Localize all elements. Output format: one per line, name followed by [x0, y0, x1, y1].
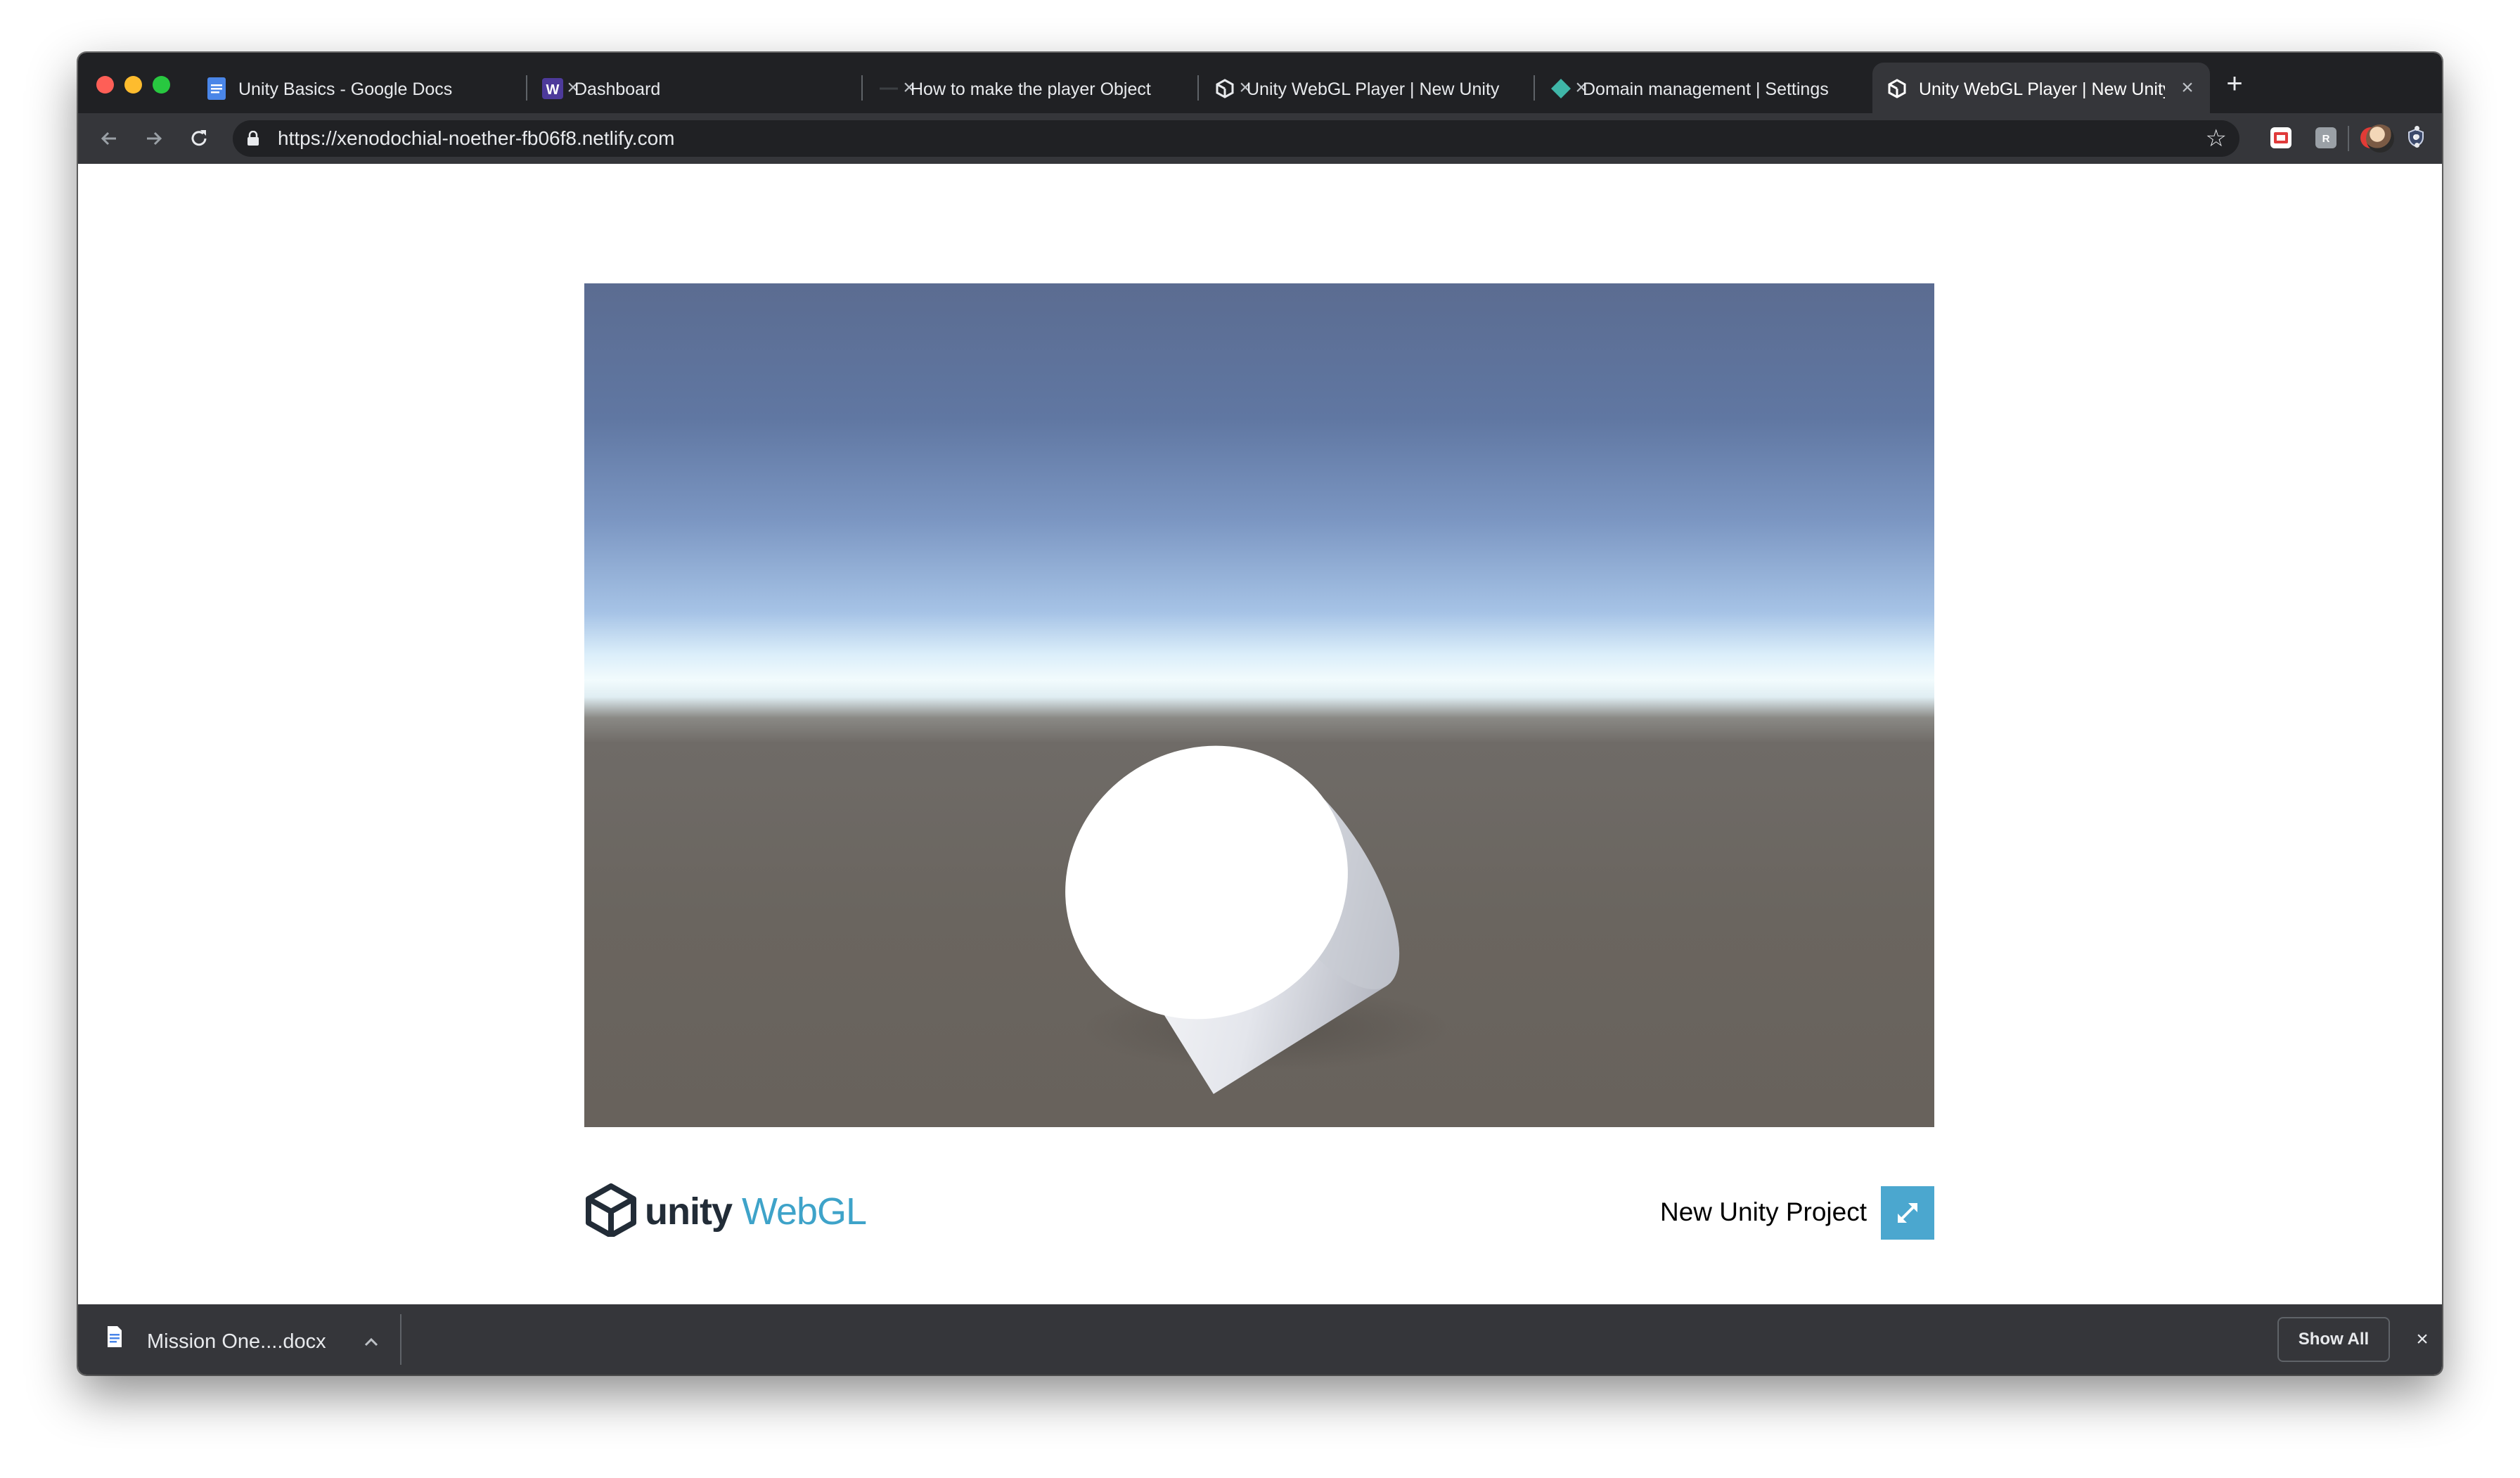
unity-webgl-logo: unity WebGL	[584, 1183, 867, 1240]
browser-window: Unity Basics - Google Docs × W Dashboard…	[78, 53, 2442, 1375]
tab-strip: Unity Basics - Google Docs × W Dashboard…	[78, 53, 2442, 113]
browser-toolbar: https://xenodochial-noether-fb06f8.netli…	[78, 113, 2442, 164]
tab-unity-webgl-player-active[interactable]: Unity WebGL Player | New Unity ×	[1872, 63, 2210, 113]
extension-red-icon[interactable]	[2270, 127, 2291, 148]
tab-separator	[1197, 75, 1199, 101]
tab-title: Domain management | Settings	[1583, 79, 1829, 99]
tab-title: Unity WebGL Player | New Unity	[1919, 79, 2165, 99]
page-content: unity WebGL New Unity Project	[78, 164, 2442, 1304]
google-docs-icon	[206, 77, 227, 100]
tab-separator	[526, 75, 527, 101]
url-text: https://xenodochial-noether-fb06f8.netli…	[278, 127, 675, 149]
svg-text:R: R	[2322, 133, 2330, 144]
document-file-icon	[106, 1325, 123, 1348]
netlify-icon	[1550, 78, 1571, 99]
unity-logo-icon	[584, 1183, 638, 1240]
forward-icon[interactable]	[137, 122, 171, 155]
show-all-button[interactable]: Show All	[2277, 1317, 2390, 1362]
svg-text:W: W	[546, 82, 560, 98]
new-tab-icon[interactable]: +	[2220, 70, 2249, 98]
download-shelf: Mission One....docx Show All ×	[78, 1304, 2442, 1375]
minimize-window-button[interactable]	[124, 76, 142, 94]
reload-icon[interactable]	[182, 122, 216, 155]
logo-webgl-text: WebGL	[742, 1190, 867, 1233]
tab-title: Unity WebGL Player | New Unity	[1247, 79, 1500, 99]
page-icon	[878, 78, 899, 99]
download-file-name[interactable]: Mission One....docx	[147, 1330, 326, 1354]
tab-separator	[861, 75, 863, 101]
cylinder-object	[1065, 745, 1449, 1094]
close-tab-icon[interactable]: ×	[2175, 75, 2200, 101]
unity-game-canvas[interactable]	[584, 283, 1934, 1127]
webgl-footer: unity WebGL New Unity Project	[584, 1183, 1934, 1240]
close-shelf-icon[interactable]: ×	[2408, 1325, 2436, 1354]
shelf-divider	[400, 1314, 401, 1365]
tab-title: Dashboard	[574, 79, 661, 99]
address-bar[interactable]: https://xenodochial-noether-fb06f8.netli…	[233, 120, 2239, 157]
back-icon[interactable]	[92, 122, 126, 155]
fullscreen-icon	[1898, 1203, 1917, 1223]
toolbar-divider	[2348, 126, 2349, 151]
more-menu-icon[interactable]	[2411, 123, 2422, 154]
extension-gray-icon[interactable]: R	[2315, 127, 2336, 148]
chevron-up-icon[interactable]	[359, 1328, 383, 1352]
lock-icon	[247, 130, 259, 150]
unity-icon	[1214, 78, 1235, 99]
project-title: New Unity Project	[1659, 1197, 1867, 1226]
bookmark-star-icon[interactable]: ☆	[2206, 125, 2227, 152]
tab-title: Unity Basics - Google Docs	[238, 79, 453, 99]
unity-icon	[1886, 78, 1908, 99]
tab-separator	[1534, 75, 1535, 101]
close-window-button[interactable]	[96, 76, 114, 94]
logo-unity-text: unity	[645, 1190, 733, 1233]
tab-title: How to make the player Object	[911, 79, 1151, 99]
webflow-icon: W	[542, 78, 563, 99]
fullscreen-button[interactable]	[1881, 1186, 1934, 1240]
maximize-window-button[interactable]	[153, 76, 170, 94]
avatar[interactable]	[2366, 124, 2394, 153]
